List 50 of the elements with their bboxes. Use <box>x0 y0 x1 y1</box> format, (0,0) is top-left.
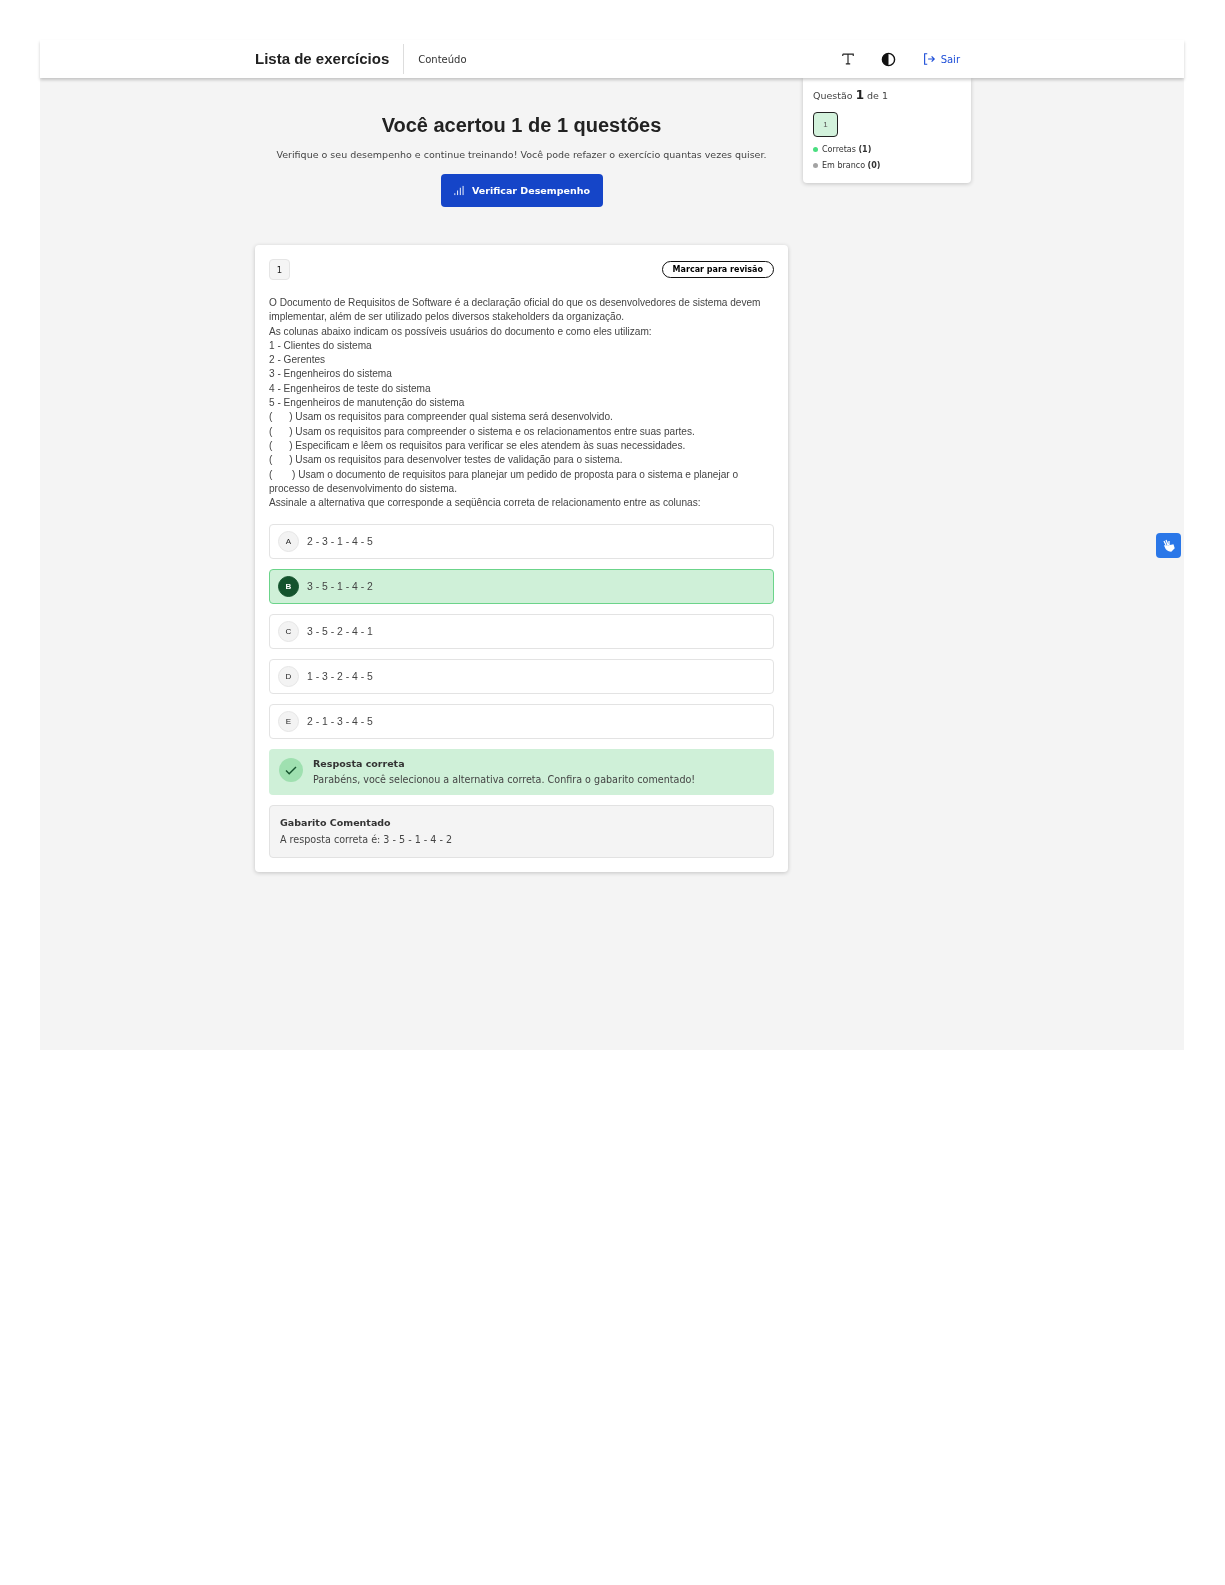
option-text: 2 - 3 - 1 - 4 - 5 <box>307 536 373 548</box>
legend-label: Corretas (1) <box>822 145 872 154</box>
result-subtitle: Verifique o seu desempenho e continue treinando! Você pode refazer o exercício quantas vezes quiser. <box>276 149 767 160</box>
statement-line: 5 - Engenheiros de manutenção do sistema <box>269 396 466 411</box>
option-letter: E <box>278 711 299 733</box>
content-link[interactable]: Conteúdo <box>418 53 467 65</box>
statement-line: As colunas abaixo indicam os possíveis usuários do documento e como eles utilizam: <box>269 324 653 339</box>
performance-button[interactable]: Verificar Desempenho <box>440 174 603 207</box>
logout-icon <box>921 52 936 66</box>
question-nav-button[interactable]: 1 <box>813 112 838 137</box>
statement-line: ( ) Usam o documento de requisitos para planejar um pedido de proposta para o sistema e planejar o processo de desenvolvimento do sistema. <box>269 467 740 496</box>
option-text: 1 - 3 - 2 - 4 - 5 <box>307 671 373 683</box>
feedback-message: Parabéns, você selecionou a alternativa correta. Confira o gabarito comentado! <box>313 774 696 786</box>
statement-line: O Documento de Requisitos de Software é a declaração oficial do que os desenvolvedores de sistema devem implementar, além de ser utilizado pelos diversos stakeholders da organização. <box>269 296 762 325</box>
exit-link[interactable]: Sair <box>921 52 960 66</box>
answer-title: Gabarito Comentado <box>280 817 392 829</box>
statement-line: ( ) Usam os requisitos para compreender qual sistema será desenvolvido. <box>269 410 614 425</box>
feedback-title: Resposta correta <box>313 758 406 770</box>
option-text: 3 - 5 - 1 - 4 - 2 <box>307 581 373 593</box>
statement-line: 1 - Clientes do sistema <box>269 338 373 353</box>
font-size-icon[interactable] <box>840 52 855 66</box>
bar-chart-icon <box>453 185 465 196</box>
legend-label: Em branco (0) <box>822 161 881 170</box>
answer-option[interactable]: D 1 - 3 - 2 - 4 - 5 <box>269 659 774 695</box>
answer-option[interactable]: C 3 - 5 - 2 - 4 - 1 <box>269 614 774 650</box>
answer-option[interactable]: B 3 - 5 - 1 - 4 - 2 <box>269 569 774 605</box>
answer-option[interactable]: A 2 - 3 - 1 - 4 - 5 <box>269 524 774 560</box>
answer-option[interactable]: E 2 - 1 - 3 - 4 - 5 <box>269 704 774 740</box>
result-title: Você acertou 1 de 1 questões <box>381 114 662 137</box>
accessibility-button[interactable] <box>1156 533 1181 558</box>
answer-text: A resposta correta é: 3 - 5 - 1 - 4 - 2 <box>280 834 454 846</box>
review-button[interactable]: Marcar para revisão <box>661 261 774 278</box>
statement-line: 3 - Engenheiros do sistema <box>269 367 393 382</box>
statement-line: 4 - Engenheiros de teste do sistema <box>269 381 432 396</box>
option-letter: C <box>278 621 299 643</box>
question-counter: Questão 1 de 1 <box>813 88 889 102</box>
statement-line: ( ) Usam os requisitos para compreender o sistema e os relacionamentos entre suas partes. <box>269 424 696 439</box>
option-letter: D <box>278 666 299 688</box>
check-icon <box>279 758 303 783</box>
statement-line: Assinale a alternativa que corresponde a seqüência correta de relacionamento entre as colunas: <box>269 496 702 511</box>
option-letter: B <box>278 576 299 598</box>
contrast-icon[interactable] <box>880 51 896 67</box>
statement-line: ( ) Usam os requisitos para desenvolver testes de validação para o sistema. <box>269 453 624 468</box>
statement-line: 2 - Gerentes <box>269 353 327 368</box>
option-text: 2 - 1 - 3 - 4 - 5 <box>307 716 373 728</box>
option-letter: A <box>278 531 299 553</box>
page-title: Lista de exercícios <box>255 44 405 74</box>
statement-line: ( ) Especificam e lêem os requisitos para verificar se eles atendem às suas necessidades. <box>269 438 687 453</box>
option-text: 3 - 5 - 2 - 4 - 1 <box>307 626 373 638</box>
question-number: 1 <box>269 259 290 280</box>
